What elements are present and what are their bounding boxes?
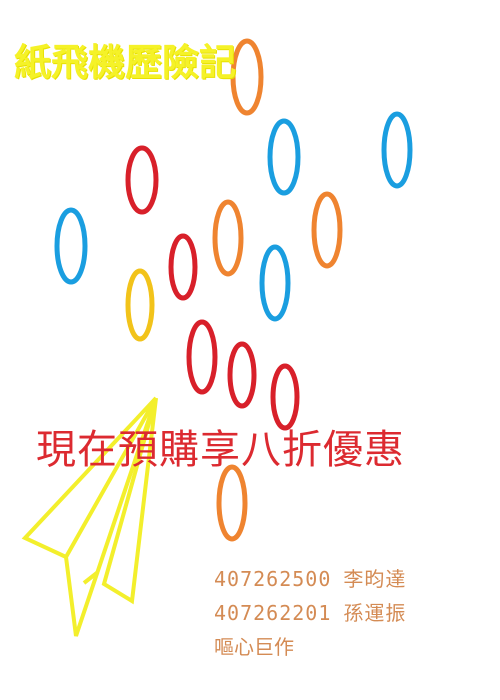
footer-tagline: 嘔心巨作 xyxy=(214,635,294,659)
ring-red-3 xyxy=(186,319,218,395)
credit-line-2: 407262201 孫運振 xyxy=(214,596,406,630)
ring-yellow-1 xyxy=(125,268,155,342)
student-id: 407262500 xyxy=(214,567,332,591)
ring-red-1 xyxy=(125,145,159,215)
ring-orange-1 xyxy=(230,38,264,116)
ring-orange-2 xyxy=(212,199,244,277)
ring-blue-1 xyxy=(267,118,301,196)
poster: 紙飛機歷險記 現在預購享八折優惠 407262500 李昀達 407262201 孫… xyxy=(0,0,500,700)
student-name: 孫運振 xyxy=(343,601,407,625)
promo-banner: 現在預購享八折優惠 xyxy=(36,427,405,473)
ring-red-2 xyxy=(168,233,198,301)
student-id: 407262201 xyxy=(214,601,332,625)
ring-blue-3 xyxy=(54,207,88,285)
credit-line-1: 407262500 李昀達 xyxy=(214,562,406,596)
student-name: 李昀達 xyxy=(343,567,407,591)
credits-block: 407262500 李昀達 407262201 孫運振 嘔心巨作 xyxy=(214,562,406,664)
ring-orange-3 xyxy=(311,191,343,269)
ring-red-4 xyxy=(227,341,257,409)
ring-orange-4 xyxy=(216,464,248,542)
poster-title: 紙飛機歷險記 xyxy=(14,40,236,84)
ring-red-5 xyxy=(270,363,300,431)
ring-blue-4 xyxy=(259,244,291,322)
ring-blue-2 xyxy=(381,111,413,189)
